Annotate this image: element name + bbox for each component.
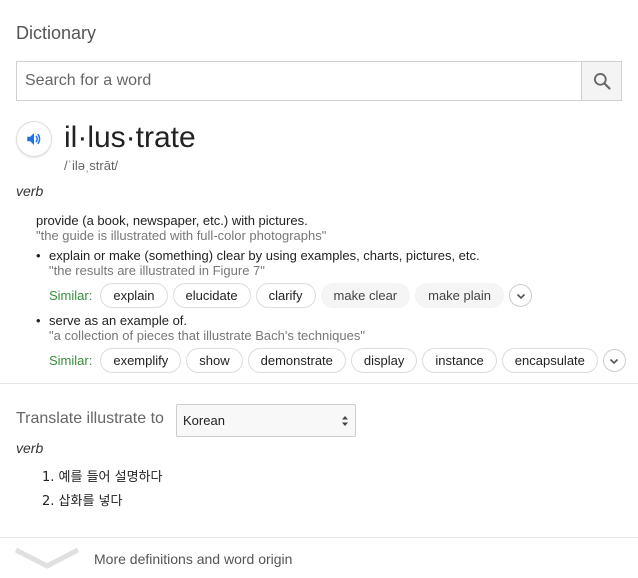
translation-item: 1. 예를 들어 설명하다: [42, 470, 163, 485]
language-select-value: Korean: [183, 413, 225, 428]
language-select[interactable]: Korean: [176, 404, 356, 437]
bullet-marker: •: [36, 248, 41, 263]
similar-chip[interactable]: instance: [422, 348, 497, 373]
search-input[interactable]: [17, 62, 581, 100]
dictionary-card: Dictionary il·lus·trate /ˈiləˌstrāt/ ver…: [0, 0, 638, 578]
translate-part-of-speech: verb: [16, 440, 44, 456]
chevron-down-icon: [610, 358, 619, 364]
example-1: "the guide is illustrated with full-colo…: [36, 228, 327, 243]
example-3: "a collection of pieces that illustrate …: [49, 328, 365, 343]
similar-chip[interactable]: elucidate: [172, 283, 251, 308]
translate-label: Translate illustrate to: [16, 410, 164, 427]
expand-similar-button[interactable]: [509, 284, 532, 307]
select-arrows-icon: [342, 416, 348, 426]
similar-label: Similar:: [49, 288, 93, 303]
similar-chip[interactable]: explain: [100, 283, 168, 308]
speaker-icon: [27, 133, 41, 145]
similar-chip[interactable]: show: [186, 348, 243, 373]
chevron-down-icon: [516, 293, 525, 299]
example-2: "the results are illustrated in Figure 7…: [49, 263, 265, 278]
more-definitions-label: More definitions and word origin: [94, 551, 293, 567]
card-title: Dictionary: [16, 23, 97, 43]
section-divider: [0, 383, 638, 384]
definition-2: explain or make (something) clear by usi…: [49, 248, 480, 263]
translation-item: 2. 삽화를 넣다: [42, 494, 123, 509]
phonetic: /ˈiləˌstrāt/: [64, 158, 119, 173]
similar-chip[interactable]: exemplify: [100, 348, 182, 373]
search-box: [16, 61, 622, 101]
headword: il·lus·trate: [64, 121, 196, 154]
search-icon: [593, 73, 611, 90]
similar-row-1: Similar: explain elucidate clarify make …: [49, 283, 532, 308]
more-definitions-button[interactable]: More definitions and word origin: [0, 538, 638, 578]
similar-chip[interactable]: display: [350, 348, 418, 373]
similar-chip[interactable]: make clear: [320, 283, 411, 308]
similar-chip[interactable]: make plain: [415, 283, 504, 308]
bullet-marker: •: [36, 313, 41, 328]
similar-chip[interactable]: demonstrate: [247, 348, 346, 373]
similar-row-2: Similar: exemplify show demonstrate disp…: [49, 348, 626, 373]
similar-label: Similar:: [49, 353, 93, 368]
definition-1: provide (a book, newspaper, etc.) with p…: [36, 213, 308, 228]
part-of-speech: verb: [16, 183, 44, 199]
similar-chip[interactable]: encapsulate: [501, 348, 598, 373]
similar-chip[interactable]: clarify: [255, 283, 316, 308]
pronounce-button[interactable]: [16, 121, 52, 157]
chevron-down-icon: [14, 547, 80, 569]
expand-similar-button[interactable]: [602, 349, 626, 372]
search-button[interactable]: [581, 62, 621, 100]
definition-3: serve as an example of.: [49, 313, 188, 328]
